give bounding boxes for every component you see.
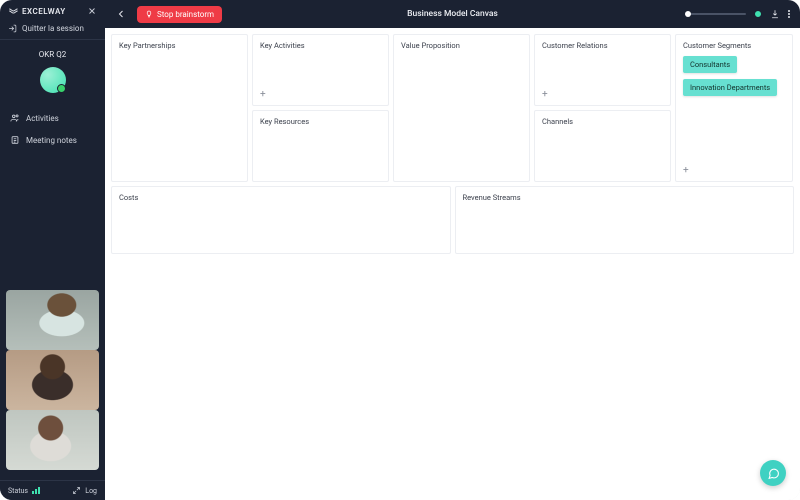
more-menu-icon[interactable] bbox=[788, 10, 790, 18]
cell-key-activities[interactable]: Key Activities + bbox=[252, 34, 389, 106]
quit-session-label: Quitter la session bbox=[22, 24, 84, 33]
back-button[interactable] bbox=[115, 5, 127, 24]
sticky-note[interactable]: Consultants bbox=[683, 56, 737, 73]
cell-customer-relations[interactable]: Customer Relations + bbox=[534, 34, 671, 106]
cell-key-partnerships[interactable]: Key Partnerships bbox=[111, 34, 248, 182]
cell-title: Revenue Streams bbox=[463, 193, 787, 202]
zoom-slider[interactable] bbox=[688, 13, 746, 15]
cell-title: Value Proposition bbox=[401, 41, 522, 50]
main: Stop brainstorm Business Model Canvas Ke… bbox=[105, 0, 800, 500]
stop-brainstorm-label: Stop brainstorm bbox=[157, 10, 214, 19]
video-tile[interactable] bbox=[6, 350, 99, 410]
cell-channels[interactable]: Channels bbox=[534, 110, 671, 182]
sidebar-item-activities[interactable]: Activities bbox=[0, 107, 105, 129]
sidebar-nav: Activities Meeting notes bbox=[0, 101, 105, 151]
sidebar-item-label: Activities bbox=[26, 114, 59, 123]
sidebar: EXCELWAY Quitter la session OKR Q2 Activ… bbox=[0, 0, 105, 500]
page-title: Business Model Canvas bbox=[407, 9, 498, 19]
cell-revenue-streams[interactable]: Revenue Streams bbox=[455, 186, 795, 254]
add-card-button[interactable]: + bbox=[260, 90, 266, 100]
add-card-button[interactable]: + bbox=[683, 166, 689, 176]
canvas: Key Partnerships Key Activities + Key Re… bbox=[105, 28, 800, 500]
download-icon[interactable] bbox=[770, 9, 780, 19]
exit-icon bbox=[8, 24, 17, 33]
avatar[interactable] bbox=[40, 67, 66, 93]
add-card-button[interactable]: + bbox=[542, 90, 548, 100]
cell-title: Customer Relations bbox=[542, 41, 663, 50]
cell-costs[interactable]: Costs bbox=[111, 186, 451, 254]
people-icon bbox=[10, 113, 20, 123]
cell-title: Key Partnerships bbox=[119, 41, 240, 50]
close-icon[interactable] bbox=[87, 6, 97, 16]
expand-icon bbox=[72, 486, 81, 495]
notes-icon bbox=[10, 135, 20, 145]
log-button[interactable]: Log bbox=[72, 486, 97, 495]
sidebar-item-meeting-notes[interactable]: Meeting notes bbox=[0, 129, 105, 151]
video-participants bbox=[6, 290, 99, 470]
log-label: Log bbox=[85, 487, 97, 495]
chat-icon bbox=[767, 467, 780, 480]
cell-value-proposition[interactable]: Value Proposition bbox=[393, 34, 530, 182]
signal-icon bbox=[32, 487, 40, 494]
cell-title: Key Activities bbox=[260, 41, 381, 50]
slider-thumb[interactable] bbox=[685, 11, 691, 17]
stop-brainstorm-button[interactable]: Stop brainstorm bbox=[137, 6, 222, 23]
sticky-note[interactable]: Innovation Departments bbox=[683, 79, 777, 96]
sidebar-item-label: Meeting notes bbox=[26, 136, 77, 145]
brand-logo-icon bbox=[8, 6, 18, 16]
arrow-left-icon bbox=[115, 8, 127, 20]
chat-fab[interactable] bbox=[760, 460, 786, 486]
quit-session-button[interactable]: Quitter la session bbox=[0, 20, 105, 39]
status-label: Status bbox=[8, 487, 28, 495]
cell-customer-segments[interactable]: Customer Segments Consultants Innovation… bbox=[675, 34, 793, 182]
video-tile[interactable] bbox=[6, 410, 99, 470]
cell-key-resources[interactable]: Key Resources bbox=[252, 110, 389, 182]
status-bar: Status Log bbox=[0, 480, 105, 500]
brand-name: EXCELWAY bbox=[22, 7, 66, 16]
session-title: OKR Q2 bbox=[0, 40, 105, 67]
cell-title: Customer Segments bbox=[683, 41, 785, 50]
cell-title: Costs bbox=[119, 193, 443, 202]
cell-title: Channels bbox=[542, 117, 663, 126]
cell-title: Key Resources bbox=[260, 117, 381, 126]
video-tile[interactable] bbox=[6, 290, 99, 350]
presence-indicator bbox=[754, 10, 762, 18]
brand: EXCELWAY bbox=[8, 6, 66, 16]
topbar: Stop brainstorm Business Model Canvas bbox=[105, 0, 800, 28]
bulb-icon bbox=[145, 10, 153, 18]
